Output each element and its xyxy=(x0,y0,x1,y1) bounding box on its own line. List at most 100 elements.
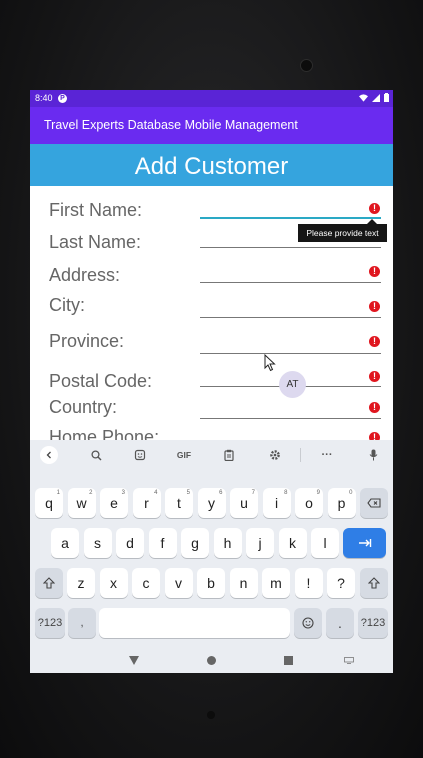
period-key[interactable]: . xyxy=(326,608,354,638)
key-w[interactable]: w2 xyxy=(67,488,96,518)
key-l[interactable]: l xyxy=(311,528,339,558)
key-e[interactable]: e3 xyxy=(100,488,128,518)
keyboard-toolbar: GIF ··· xyxy=(30,440,393,470)
symbols-key-right[interactable]: ?123 xyxy=(358,608,388,638)
recents-nav-icon[interactable] xyxy=(284,656,293,665)
key-t[interactable]: t5 xyxy=(165,488,193,518)
sticker-icon[interactable] xyxy=(129,447,151,463)
city-field[interactable] xyxy=(200,317,381,318)
key-label: k xyxy=(289,535,296,551)
key-label: x xyxy=(110,575,117,591)
key-?[interactable]: ? xyxy=(327,568,355,598)
key-z[interactable]: z xyxy=(67,568,95,598)
status-icons xyxy=(359,93,389,102)
status-bar: 8:40 P xyxy=(30,90,393,107)
country-error-icon: ! xyxy=(369,402,380,413)
keyboard-switch-icon[interactable] xyxy=(344,657,354,664)
gear-icon[interactable] xyxy=(264,447,286,463)
last-name-label: Last Name: xyxy=(49,232,142,252)
enter-key[interactable] xyxy=(343,528,386,558)
key-p[interactable]: p0 xyxy=(327,488,356,518)
home-nav-icon[interactable] xyxy=(207,656,216,665)
key-label: w xyxy=(76,495,87,511)
postal-code-error-icon: ! xyxy=(369,371,380,382)
key-hint: 6 xyxy=(219,490,223,496)
space-key[interactable] xyxy=(99,608,290,638)
symbols-key-left[interactable]: ?123 xyxy=(35,608,65,638)
key-label: h xyxy=(223,535,232,551)
key-hint: 1 xyxy=(56,490,60,496)
key-label: g xyxy=(191,535,199,551)
key-c[interactable]: c xyxy=(132,568,160,598)
backspace-key[interactable] xyxy=(360,488,388,518)
key-m[interactable]: m xyxy=(262,568,290,598)
key-b[interactable]: b xyxy=(197,568,225,598)
key-hint: 4 xyxy=(154,490,158,496)
city-error-icon: ! xyxy=(369,301,380,312)
key-y[interactable]: y6 xyxy=(197,488,226,518)
country-field[interactable] xyxy=(200,418,381,419)
microphone-icon[interactable] xyxy=(362,447,384,463)
key-hint: 3 xyxy=(121,490,125,496)
key-label: m xyxy=(270,575,282,591)
address-field[interactable] xyxy=(200,282,381,283)
key-s[interactable]: s xyxy=(83,528,112,558)
key-label: i xyxy=(274,495,279,511)
city-label: City: xyxy=(49,295,85,315)
emoji-key[interactable] xyxy=(294,608,322,638)
clipboard-icon[interactable] xyxy=(218,447,240,463)
key-label: ? xyxy=(337,575,345,591)
notification-p-icon: P xyxy=(58,94,67,103)
key-f[interactable]: f xyxy=(148,528,177,558)
postal-code-label: Postal Code: xyxy=(49,371,153,391)
key-label: n xyxy=(239,575,248,591)
key-h[interactable]: h xyxy=(213,528,242,558)
key-q[interactable]: q1 xyxy=(35,488,63,518)
province-field[interactable] xyxy=(200,353,381,354)
collapse-toolbar-icon[interactable] xyxy=(40,446,58,464)
last-name-field[interactable] xyxy=(200,247,381,248)
signal-icon xyxy=(372,93,380,102)
address-error-icon: ! xyxy=(369,266,380,277)
key-label: p xyxy=(337,495,346,511)
key-![interactable]: ! xyxy=(294,568,323,598)
comma-key[interactable]: , xyxy=(68,608,96,638)
key-label: v xyxy=(175,575,182,591)
key-hint: 7 xyxy=(251,490,255,496)
key-label: b xyxy=(207,575,215,591)
province-label: Province: xyxy=(49,331,125,351)
key-label: j xyxy=(258,535,262,551)
key-label: y xyxy=(208,495,215,511)
more-options-icon[interactable]: ··· xyxy=(316,447,338,463)
key-r[interactable]: r4 xyxy=(132,488,161,518)
shift-key-left[interactable] xyxy=(35,568,63,598)
key-x[interactable]: x xyxy=(99,568,128,598)
key-label: o xyxy=(305,495,313,511)
key-o[interactable]: o9 xyxy=(295,488,323,518)
key-n[interactable]: n xyxy=(229,568,258,598)
key-g[interactable]: g xyxy=(181,528,209,558)
key-label: z xyxy=(77,575,85,591)
shift-key-right[interactable] xyxy=(360,568,388,598)
key-hint: 5 xyxy=(186,490,190,496)
key-hint: 8 xyxy=(284,490,288,496)
first-name-field[interactable] xyxy=(200,217,381,219)
back-nav-icon[interactable] xyxy=(129,656,139,665)
navigation-bar xyxy=(30,649,393,673)
key-a[interactable]: a xyxy=(51,528,79,558)
key-label: a xyxy=(61,535,69,551)
key-i[interactable]: i8 xyxy=(262,488,291,518)
search-icon[interactable] xyxy=(85,447,107,463)
key-d[interactable]: d xyxy=(116,528,144,558)
key-j[interactable]: j xyxy=(246,528,274,558)
key-label: u xyxy=(240,495,248,511)
floating-bubble[interactable]: AT xyxy=(279,371,306,398)
key-label: t xyxy=(177,495,181,511)
app-bar: Travel Experts Database Mobile Managemen… xyxy=(30,107,393,144)
key-v[interactable]: v xyxy=(164,568,193,598)
key-k[interactable]: k xyxy=(278,528,307,558)
key-u[interactable]: u7 xyxy=(230,488,258,518)
error-tooltip: Please provide text xyxy=(298,219,387,242)
wifi-icon xyxy=(359,93,368,102)
gif-button[interactable]: GIF xyxy=(173,447,195,463)
